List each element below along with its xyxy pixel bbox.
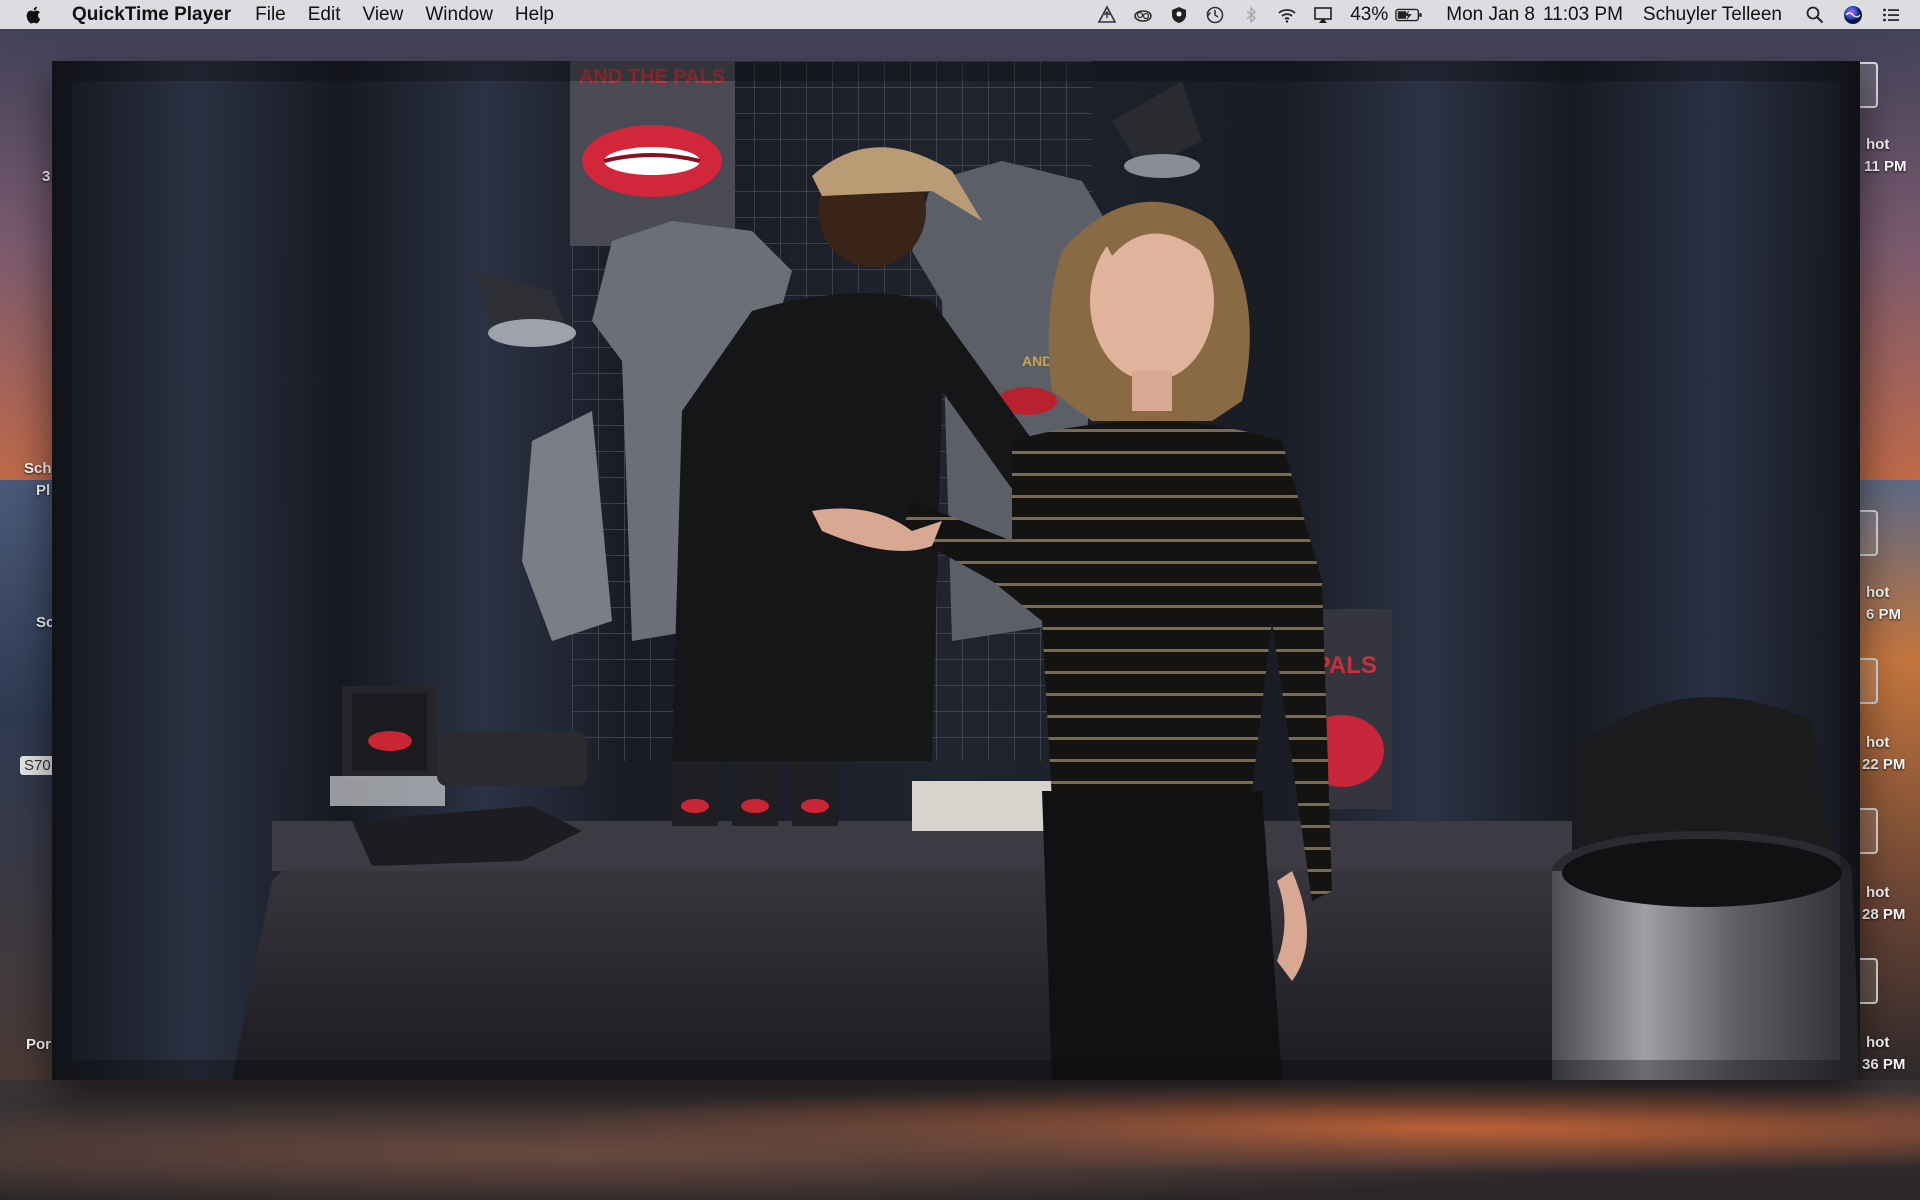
wifi-icon[interactable]: [1276, 4, 1298, 26]
user-account-menu[interactable]: Schuyler Telleen: [1643, 4, 1782, 26]
menu-view[interactable]: View: [363, 4, 404, 26]
desktop-file-label[interactable]: 6 PM: [1866, 606, 1901, 623]
menu-bar: QuickTime Player File Edit View Window H…: [0, 0, 1920, 29]
desktop-file-label[interactable]: Pl: [36, 482, 50, 499]
apple-menu-icon[interactable]: [24, 3, 44, 27]
desktop-file-label[interactable]: 3: [42, 168, 50, 185]
menu-help[interactable]: Help: [515, 4, 554, 26]
desktop-file-thumbnail[interactable]: [1858, 958, 1878, 1004]
bluetooth-icon[interactable]: [1240, 4, 1262, 26]
menu-edit[interactable]: Edit: [308, 4, 341, 26]
desktop-file-label[interactable]: hot: [1866, 884, 1889, 901]
siri-icon[interactable]: [1842, 4, 1864, 26]
desktop-file-label[interactable]: Por: [26, 1036, 51, 1053]
menu-file[interactable]: File: [255, 4, 286, 26]
battery-percentage[interactable]: 43%: [1350, 4, 1388, 26]
desktop-file-label[interactable]: hot: [1866, 584, 1889, 601]
desktop-wallpaper-bottom: [0, 1080, 1920, 1200]
desktop-file-thumbnail[interactable]: [1858, 808, 1878, 854]
battery-charging-icon[interactable]: [1394, 4, 1424, 26]
desktop-file-label[interactable]: hot: [1866, 136, 1889, 153]
video-frame: AND THE PALS AND THE PALS: [52, 61, 1860, 1080]
quicktime-video-window[interactable]: AND THE PALS AND THE PALS: [52, 61, 1860, 1080]
desktop-file-thumbnail[interactable]: [1858, 62, 1878, 108]
desktop-file-thumbnail[interactable]: [1858, 510, 1878, 556]
upload-triangle-icon[interactable]: [1096, 4, 1118, 26]
desktop-file-label[interactable]: 28 PM: [1862, 906, 1905, 923]
desktop-file-label[interactable]: 22 PM: [1862, 756, 1905, 773]
status-area: 43% Mon Jan 8 11:03 PM Schuyler Telleen: [1082, 0, 1902, 29]
desktop-file-label[interactable]: hot: [1866, 1034, 1889, 1051]
shield-icon[interactable]: [1168, 4, 1190, 26]
notification-center-icon[interactable]: [1880, 4, 1902, 26]
desktop-file-label[interactable]: hot: [1866, 734, 1889, 751]
airplay-icon[interactable]: [1312, 4, 1334, 26]
desktop-wallpaper-left: [0, 480, 52, 1080]
menubar-date[interactable]: Mon Jan 8: [1446, 4, 1535, 26]
app-name-menu[interactable]: QuickTime Player: [72, 4, 231, 26]
desktop-file-thumbnail[interactable]: [1858, 658, 1878, 704]
spotlight-search-icon[interactable]: [1804, 4, 1826, 26]
time-machine-icon[interactable]: [1204, 4, 1226, 26]
menubar-time[interactable]: 11:03 PM: [1543, 4, 1623, 26]
desktop-file-tag[interactable]: S70: [20, 756, 55, 775]
desktop-file-label[interactable]: Sch: [24, 460, 52, 477]
desktop-file-label[interactable]: 36 PM: [1862, 1056, 1905, 1073]
cloud-sync-icon[interactable]: [1132, 4, 1154, 26]
menu-window[interactable]: Window: [425, 4, 493, 26]
desktop-file-label[interactable]: 11 PM: [1864, 158, 1907, 175]
